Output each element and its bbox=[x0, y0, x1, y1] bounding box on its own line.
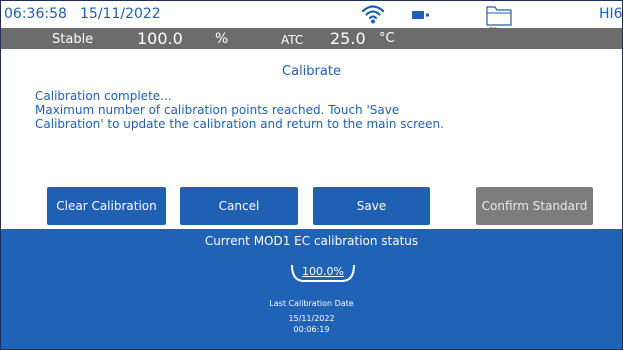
temperature-value: 25.0 bbox=[330, 29, 366, 48]
save-button[interactable]: Save bbox=[313, 187, 430, 225]
cancel-button[interactable]: Cancel bbox=[180, 187, 298, 225]
model-name: HI6321 bbox=[599, 6, 623, 22]
last-calibration-time: 00:06:19 bbox=[293, 325, 330, 334]
clear-calibration-button[interactable]: Clear Calibration bbox=[47, 187, 166, 225]
calibration-status-panel: Current MOD1 EC calibration status 100.0… bbox=[1, 229, 622, 349]
reading-value: 100.0 bbox=[137, 29, 183, 48]
temperature-unit: °C bbox=[379, 31, 395, 46]
stability-indicator: Stable bbox=[52, 32, 94, 47]
last-calibration-date: 15/11/2022 bbox=[288, 314, 335, 323]
reading-unit: % bbox=[215, 31, 229, 47]
message-line: Calibration complete... bbox=[35, 89, 172, 103]
temperature-compensation: ATC bbox=[281, 33, 304, 47]
clock-date: 15/11/2022 bbox=[80, 6, 161, 22]
message-line: Calibration' to update the calibration a… bbox=[35, 117, 444, 131]
calibration-status-title: Current MOD1 EC calibration status bbox=[204, 234, 419, 248]
calibrate-screen: 06:36:58 15/11/2022 0% HI6321 Stable 100… bbox=[0, 0, 623, 350]
calibration-percent: 100.0% bbox=[302, 265, 344, 278]
wifi-icon bbox=[361, 5, 385, 24]
last-calibration-label: Last Calibration Date bbox=[269, 299, 354, 308]
folder-icon[interactable] bbox=[485, 3, 513, 27]
page-title: Calibrate bbox=[282, 64, 341, 79]
measurement-status-bar: Stable 100.0 % ATC 25.0 °C bbox=[1, 28, 622, 49]
calibration-message: Calibration complete... Maximum number o… bbox=[35, 89, 444, 131]
top-bar: 06:36:58 15/11/2022 0% HI6321 bbox=[1, 1, 623, 34]
battery-icon bbox=[412, 11, 429, 19]
confirm-standard-button[interactable]: Confirm Standard bbox=[476, 187, 593, 225]
message-line: Maximum number of calibration points rea… bbox=[35, 103, 400, 117]
clock-time: 06:36:58 bbox=[4, 6, 67, 22]
